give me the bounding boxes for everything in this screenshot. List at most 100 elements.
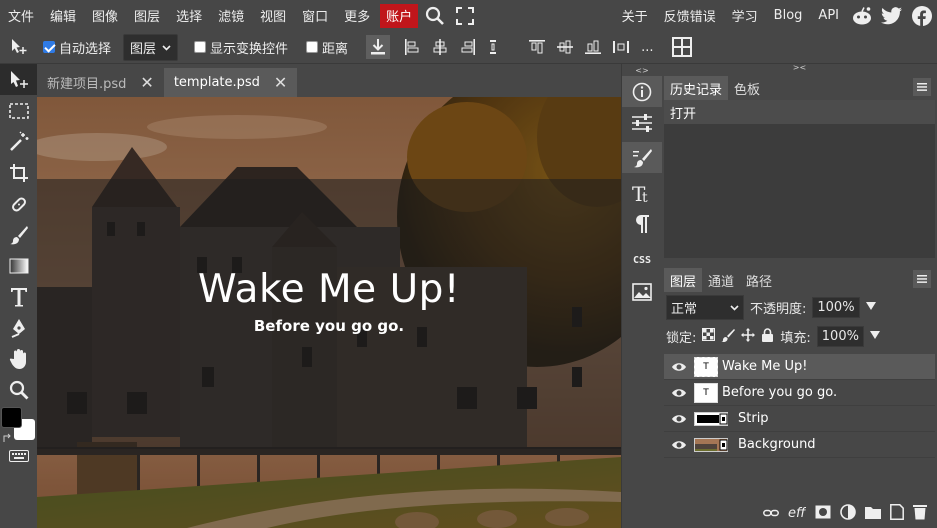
adjustment-layer-icon[interactable] (840, 504, 856, 524)
align-bottom-icon[interactable] (582, 36, 604, 58)
layer-row[interactable]: T Before you go go. (664, 380, 935, 406)
menu-window[interactable]: 窗口 (294, 0, 336, 31)
info-icon[interactable] (622, 76, 662, 107)
auto-select-option[interactable]: 自动选择 (43, 38, 111, 57)
align-right-icon[interactable] (457, 36, 479, 58)
menu-report-bug[interactable]: 反馈错误 (656, 0, 724, 31)
download-icon[interactable] (366, 35, 391, 59)
menu-view[interactable]: 视图 (252, 0, 294, 31)
hand-tool-icon[interactable] (0, 343, 37, 374)
tab-channels[interactable]: 通道 (702, 268, 740, 292)
align-center-h-icon[interactable] (429, 36, 451, 58)
menu-select[interactable]: 选择 (168, 0, 210, 31)
delete-layer-icon[interactable] (913, 504, 927, 524)
align-top-icon[interactable] (526, 36, 548, 58)
css-icon[interactable]: CSS (622, 245, 662, 276)
lock-all-icon[interactable] (761, 327, 774, 346)
new-layer-icon[interactable] (890, 504, 904, 524)
eye-icon[interactable] (664, 440, 694, 450)
menu-api[interactable]: API (810, 0, 847, 31)
lock-transparency-icon[interactable] (702, 328, 716, 345)
history-item[interactable]: 打开 (664, 100, 935, 124)
eye-icon[interactable] (664, 362, 694, 372)
folder-icon[interactable] (865, 505, 881, 523)
menu-filter[interactable]: 滤镜 (210, 0, 252, 31)
tab-history[interactable]: 历史记录 (664, 76, 729, 100)
brush-tool-icon[interactable] (0, 219, 37, 250)
healing-brush-icon[interactable] (0, 188, 37, 219)
more-options[interactable]: ... (641, 40, 653, 55)
zoom-tool-icon[interactable] (0, 374, 37, 405)
distribute-h-icon[interactable] (485, 36, 507, 58)
character-icon[interactable]: Tt (622, 177, 662, 208)
eye-icon[interactable] (664, 414, 694, 424)
twitter-icon[interactable] (877, 0, 907, 31)
swap-colors-icon[interactable] (3, 432, 13, 442)
collapse-handle-icon[interactable]: <> (622, 64, 662, 76)
layers-panel-tabs: 图层 通道 路径 (662, 258, 937, 292)
menu-file[interactable]: 文件 (0, 0, 42, 31)
fill-input[interactable]: 100% (816, 326, 864, 347)
distribute-v-icon[interactable] (610, 36, 632, 58)
tab-new-project[interactable]: 新建项目.psd ✕ (37, 68, 164, 97)
effects-icon[interactable]: eff (788, 504, 807, 524)
move-tool-icon[interactable] (0, 64, 37, 95)
align-left-icon[interactable] (401, 36, 423, 58)
grid-icon[interactable] (671, 36, 693, 58)
align-middle-v-icon[interactable] (554, 36, 576, 58)
menu-image[interactable]: 图像 (84, 0, 126, 31)
canvas-title-layer: Wake Me Up! Before you go go. (37, 267, 621, 335)
layer-select-dropdown[interactable]: 图层 (123, 33, 179, 61)
tab-template[interactable]: template.psd ✕ (163, 68, 298, 97)
facebook-icon[interactable] (907, 0, 937, 31)
marquee-tool-icon[interactable] (0, 95, 37, 126)
auto-select-checkbox[interactable] (43, 41, 55, 53)
foreground-color-swatch[interactable] (1, 407, 22, 428)
mask-icon[interactable] (815, 505, 831, 523)
menu-edit[interactable]: 编辑 (42, 0, 84, 31)
eye-icon[interactable] (664, 388, 694, 398)
menu-blog[interactable]: Blog (766, 0, 811, 31)
fullscreen-icon[interactable] (450, 0, 480, 31)
caret-down-icon[interactable] (865, 300, 876, 315)
panel-menu-icon[interactable] (913, 78, 931, 96)
layer-row[interactable]: T Wake Me Up! (664, 354, 935, 380)
show-transform-option[interactable]: 显示变换控件 (194, 38, 288, 57)
tab-swatches[interactable]: 色板 (728, 76, 766, 100)
lock-brush-icon[interactable] (721, 328, 736, 346)
distance-option[interactable]: 距离 (306, 38, 348, 57)
pen-tool-icon[interactable] (0, 312, 37, 343)
paragraph-icon[interactable] (622, 208, 662, 239)
tab-layers[interactable]: 图层 (664, 268, 703, 292)
keyboard-icon[interactable] (0, 445, 37, 467)
tab-paths[interactable]: 路径 (740, 268, 778, 292)
menu-layer[interactable]: 图层 (126, 0, 168, 31)
caret-down-icon[interactable] (869, 329, 880, 344)
close-icon[interactable]: ✕ (140, 73, 153, 92)
link-layers-icon[interactable] (763, 507, 779, 522)
crop-tool-icon[interactable] (0, 157, 37, 188)
canvas-area[interactable]: Wake Me Up! Before you go go. (37, 97, 621, 528)
color-swatches[interactable] (0, 405, 37, 445)
magic-wand-icon[interactable] (0, 126, 37, 157)
menu-learn[interactable]: 学习 (724, 0, 766, 31)
gradient-tool-icon[interactable] (0, 250, 37, 281)
layer-row[interactable]: Strip (664, 406, 935, 432)
reddit-icon[interactable] (847, 0, 877, 31)
layer-row[interactable]: Background (664, 432, 935, 458)
blend-mode-select[interactable]: 正常 (666, 295, 744, 320)
menu-account[interactable]: 账户 (380, 3, 419, 28)
menu-about[interactable]: 关于 (614, 0, 656, 31)
show-transform-checkbox[interactable] (194, 41, 207, 53)
lock-move-icon[interactable] (741, 327, 756, 346)
search-icon[interactable] (420, 0, 450, 31)
panel-menu-icon[interactable] (913, 270, 931, 288)
text-tool-icon[interactable] (0, 281, 37, 312)
close-icon[interactable]: ✕ (274, 73, 287, 92)
opacity-input[interactable]: 100% (812, 297, 860, 318)
image-icon[interactable] (622, 276, 662, 307)
distance-checkbox[interactable] (306, 41, 319, 53)
adjustments-icon[interactable] (622, 107, 662, 138)
brush-settings-icon[interactable] (622, 142, 662, 173)
menu-more[interactable]: 更多 (336, 0, 378, 31)
